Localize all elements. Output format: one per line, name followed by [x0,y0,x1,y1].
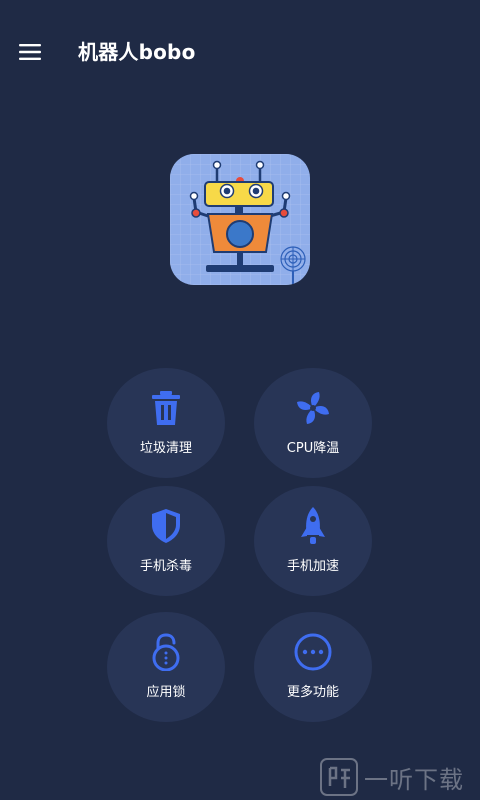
shield-icon [146,506,186,546]
watermark-text: 一听下载 [364,765,464,794]
watermark-logo-icon [320,758,358,796]
feature-label: 更多功能 [286,685,339,700]
feature-label: 垃圾清理 [139,441,192,456]
robot-logo-icon [170,154,310,285]
menu-button[interactable] [12,34,48,70]
feature-app-lock-button[interactable]: 应用锁 [107,612,225,722]
robot-logo [170,154,310,285]
app-bar: 机器人bobo [0,0,480,104]
feature-antivirus-button[interactable]: 手机杀毒 [107,486,225,596]
watermark: 一听下载 [320,756,470,798]
feature-cpu-cool-button[interactable]: CPU降温 [254,368,372,478]
feature-label: 手机加速 [286,559,339,574]
feature-label: 应用锁 [146,685,186,700]
feature-label: 手机杀毒 [139,559,192,574]
hamburger-menu-icon [19,44,41,60]
feature-junk-clean-button[interactable]: 垃圾清理 [107,368,225,478]
fan-icon [293,388,333,428]
app-title: 机器人bobo [78,40,196,64]
feature-more-button[interactable]: 更多功能 [254,612,372,722]
unlock-icon [146,632,186,672]
rocket-icon [293,506,333,546]
feature-label: CPU降温 [286,441,340,456]
trash-icon [146,388,186,428]
more-dots-icon [293,632,333,672]
feature-speedup-button[interactable]: 手机加速 [254,486,372,596]
